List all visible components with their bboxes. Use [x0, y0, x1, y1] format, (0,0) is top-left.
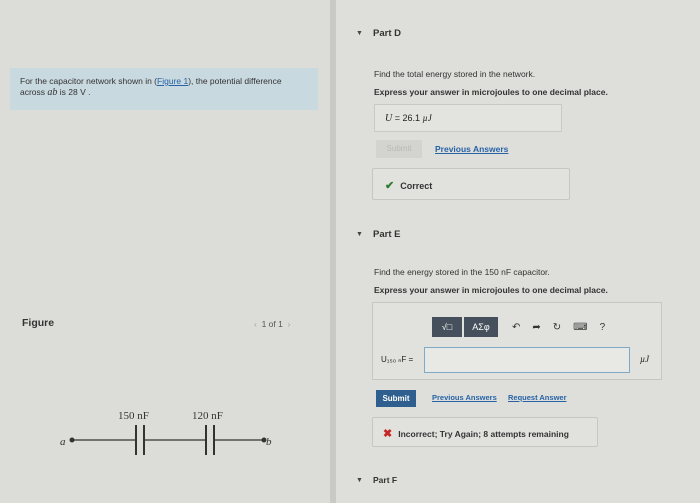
partE-input-label: U₁₅₀ ₙF = [381, 355, 414, 364]
cross-icon: ✖ [383, 428, 393, 440]
partD-answer-box: U = 26.1 µJ [374, 104, 562, 132]
partE-unit: µJ [640, 354, 650, 364]
partE-previous-answers-link[interactable]: Previous Answers [432, 393, 497, 402]
node-b-label: b [266, 436, 272, 448]
reset-icon[interactable]: ↻ [553, 322, 561, 333]
partD-title[interactable]: Part D [373, 28, 401, 39]
redo-icon[interactable]: ➦ [532, 322, 540, 333]
partD-feedback-text: Correct [400, 181, 433, 191]
partE-feedback: ✖ Incorrect; Try Again; 8 attempts remain… [372, 417, 598, 447]
left-pane: For the capacitor network shown in (Figu… [0, 0, 330, 503]
next-figure-icon[interactable]: › [288, 319, 291, 329]
cap1-label: 150 nF [118, 410, 149, 422]
help-icon[interactable]: ? [600, 322, 606, 333]
partF-title[interactable]: Part F [373, 475, 397, 485]
ab-variable: ab [47, 87, 58, 98]
greek-symbols-button[interactable]: ΑΣφ [464, 317, 498, 337]
capacitor-circuit: 150 nF 120 nF a b [60, 410, 272, 455]
partE-title[interactable]: Part E [373, 229, 400, 240]
keyboard-icon[interactable]: ⌨ [573, 322, 587, 333]
partE-instruction: Express your answer in microjoules to on… [374, 285, 608, 295]
problem-statement: For the capacitor network shown in (Figu… [10, 68, 318, 110]
partE-question: Find the energy stored in the 150 nF cap… [374, 267, 550, 277]
partD-answer-value: = 26.1 [392, 113, 423, 123]
undo-icon[interactable]: ↶ [512, 322, 520, 333]
math-toolbar: √□ ΑΣφ ↶ ➦ ↻ ⌨ ? [432, 316, 605, 338]
partD-collapse-icon[interactable]: ▼ [356, 30, 363, 37]
partD-previous-answers-link[interactable]: Previous Answers [435, 144, 508, 154]
partD-instruction: Express your answer in microjoules to on… [374, 87, 608, 97]
partF-collapse-icon[interactable]: ▼ [356, 477, 363, 484]
pager-text: 1 of 1 [261, 319, 283, 329]
partE-answer-input[interactable] [424, 347, 630, 373]
problem-text-before: For the capacitor network shown in ( [20, 76, 158, 86]
sqrt-template-button[interactable]: √□ [432, 317, 462, 337]
partD-submit-button[interactable]: Submit [376, 140, 422, 158]
partE-submit-button[interactable]: Submit [376, 390, 416, 407]
check-icon: ✔ [385, 180, 395, 192]
cap2-label: 120 nF [192, 410, 223, 422]
figure-pager: ‹ 1 of 1 › [254, 319, 290, 329]
partE-feedback-text: Incorrect; Try Again; 8 attempts remaini… [398, 429, 569, 439]
partD-answer-unit: µJ [422, 113, 432, 123]
node-a-label: a [60, 436, 66, 448]
partE-collapse-icon[interactable]: ▼ [356, 231, 363, 238]
request-answer-link[interactable]: Request Answer [508, 393, 567, 402]
partD-feedback: ✔ Correct [372, 168, 570, 200]
figure-link[interactable]: Figure 1 [157, 76, 188, 86]
partD-question: Find the total energy stored in the netw… [374, 69, 536, 79]
figure-heading: Figure [22, 317, 55, 329]
problem-text-after: is 28 V . [57, 87, 91, 97]
prev-figure-icon[interactable]: ‹ [254, 319, 257, 329]
